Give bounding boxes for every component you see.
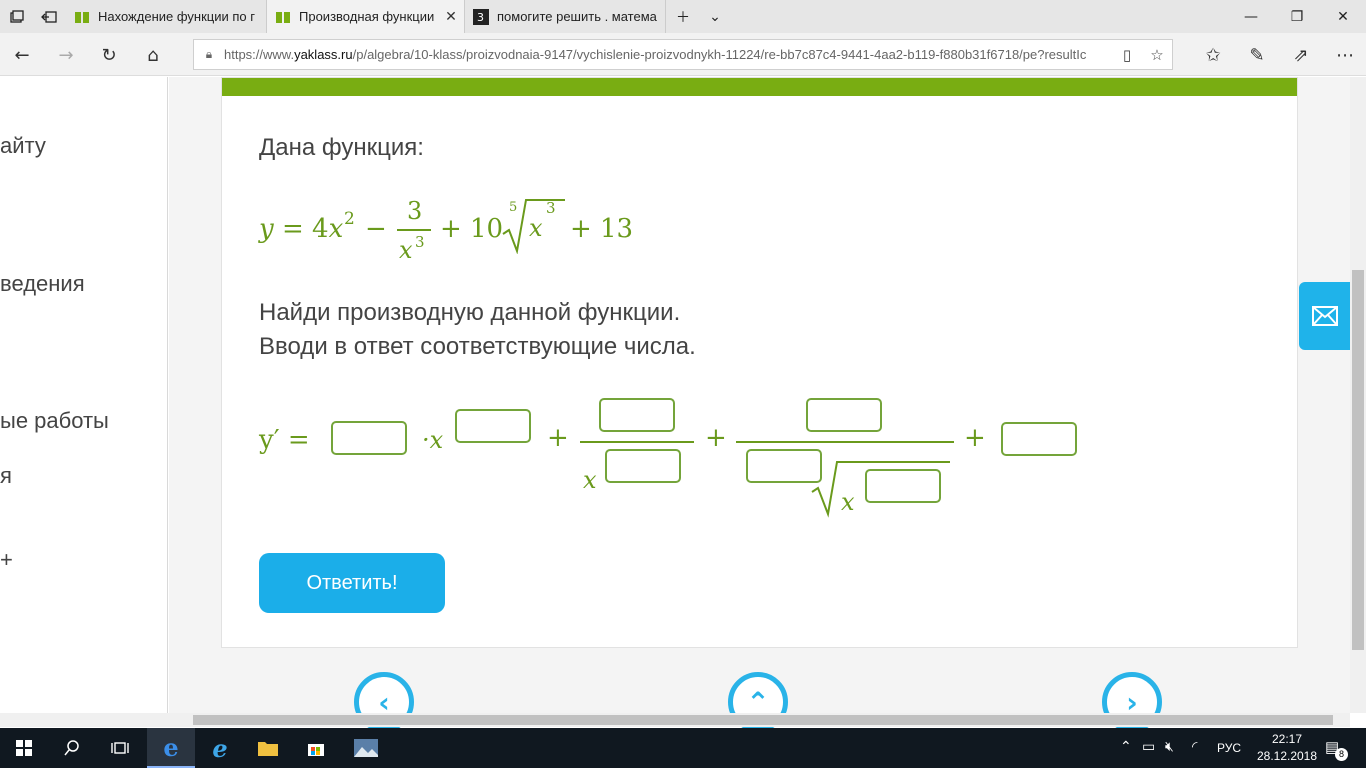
yaklass-book-icon (275, 9, 291, 25)
sidebar-item[interactable]: ые работы (0, 408, 109, 434)
home-icon[interactable]: ⌂ (136, 38, 170, 72)
navigation-bar: ← → ↻ ⌂ 🔒︎ https://www.yaklass.ru/p/alge… (0, 33, 1366, 76)
tab-1[interactable]: Производная функции ✕ (267, 0, 465, 33)
vertical-scrollbar[interactable] (1350, 77, 1366, 713)
vertical-scroll-thumb[interactable] (1352, 270, 1364, 650)
clock-time[interactable]: 22:17 (1262, 732, 1312, 746)
photo-app-icon[interactable] (342, 728, 390, 768)
tab-0[interactable]: Нахождение функции по г (66, 0, 267, 33)
task-view-icon[interactable] (96, 728, 144, 768)
horizontal-scroll-thumb[interactable] (193, 715, 1333, 725)
tab-actions-icon[interactable] (0, 0, 34, 33)
reading-view-icon[interactable]: ▯ (1112, 46, 1142, 64)
answer-input-numerator-1[interactable] (599, 398, 675, 432)
chevron-up-icon[interactable]: ⌃ (1120, 738, 1132, 755)
answer-input-numerator-2[interactable] (806, 398, 882, 432)
restore-icon[interactable]: ❐ (1274, 0, 1320, 33)
tab-close-icon[interactable]: ✕ (438, 8, 464, 25)
new-tab-icon[interactable]: ＋ (666, 0, 700, 33)
forward-arrow-icon[interactable]: → (49, 38, 83, 72)
sidebar-item[interactable]: + (0, 547, 13, 573)
favorites-hub-icon[interactable]: ✩ (1196, 38, 1230, 72)
answer-input-exponent[interactable] (455, 409, 531, 443)
back-arrow-icon[interactable]: ← (5, 38, 39, 72)
clock-date[interactable]: 28.12.2018 (1252, 749, 1322, 763)
answer-input-coefficient[interactable] (331, 421, 407, 455)
envelope-icon (1311, 306, 1338, 326)
yaklass-book-icon (74, 9, 90, 25)
task-header-band (222, 78, 1297, 96)
derivative-label: y′ = (259, 425, 310, 455)
address-field[interactable]: 🔒︎ https://www.yaklass.ru/p/algebra/10-k… (193, 39, 1173, 70)
internet-explorer-icon[interactable]: e (196, 728, 244, 768)
feedback-mail-button[interactable] (1299, 282, 1350, 350)
tab-2[interactable]: 3 помогите решить . матема (465, 0, 666, 33)
sidebar-item[interactable]: я (0, 463, 12, 489)
sidebar-item[interactable]: айту (0, 133, 46, 159)
search-icon[interactable] (48, 728, 96, 768)
answer-input-denominator-exponent-1[interactable] (605, 449, 681, 483)
task-intro: Дана функция: (259, 134, 424, 161)
speaker-muted-icon[interactable]: 🔇︎ (1165, 738, 1174, 755)
refresh-icon[interactable]: ↻ (92, 38, 126, 72)
battery-icon[interactable]: ▭ (1142, 738, 1155, 755)
minimize-icon[interactable]: — (1228, 0, 1274, 33)
horizontal-scrollbar[interactable] (0, 713, 1350, 727)
answer-input-root-exponent[interactable] (865, 469, 941, 503)
svg-text:3: 3 (477, 11, 484, 24)
fraction-bar (397, 229, 431, 231)
store-icon[interactable] (292, 728, 340, 768)
chevron-down-icon[interactable]: ⌄ (698, 0, 732, 33)
windows-taskbar: e e ⌃ ▭ 🔇︎ ◜ РУС 22:17 28.12.2018 ▤ 8 (0, 728, 1366, 768)
answer-input-constant[interactable] (1001, 422, 1077, 456)
edge-browser-icon[interactable]: e (147, 728, 195, 768)
notifications-count: 8 (1335, 748, 1348, 761)
share-icon[interactable]: ⇗ (1284, 38, 1318, 72)
more-dots-icon[interactable]: ⋯ (1328, 38, 1362, 72)
lock-icon: 🔒︎ (205, 47, 213, 61)
fraction-bar (580, 441, 694, 443)
language-indicator[interactable]: РУС (1217, 741, 1241, 755)
favorite-star-icon[interactable]: ☆ (1142, 46, 1172, 64)
sidebar-item[interactable]: ведения (0, 271, 85, 297)
set-tabs-aside-icon[interactable] (32, 0, 66, 33)
task-instruction: Вводи в ответ соответствующие числа. (259, 333, 696, 360)
notes-pen-icon[interactable]: ✎ (1240, 38, 1274, 72)
network-icon[interactable]: ◜ (1192, 738, 1197, 755)
submit-button[interactable]: Ответить! (259, 553, 445, 613)
task-instruction: Найди производную данной функции. (259, 299, 681, 326)
fraction-bar (736, 441, 954, 443)
file-explorer-icon[interactable] (244, 728, 292, 768)
task-card: Дана функция: y = 4x 2 − 3 x 3 + 10 5 x … (221, 77, 1298, 648)
tab-bar: Нахождение функции по г Производная функ… (0, 0, 1366, 33)
windows-start-icon[interactable] (0, 728, 48, 768)
sidebar-menu: айту ведения ые работы я + (0, 77, 168, 713)
close-window-icon[interactable]: ✕ (1320, 0, 1366, 33)
znanija-icon: 3 (473, 8, 489, 25)
